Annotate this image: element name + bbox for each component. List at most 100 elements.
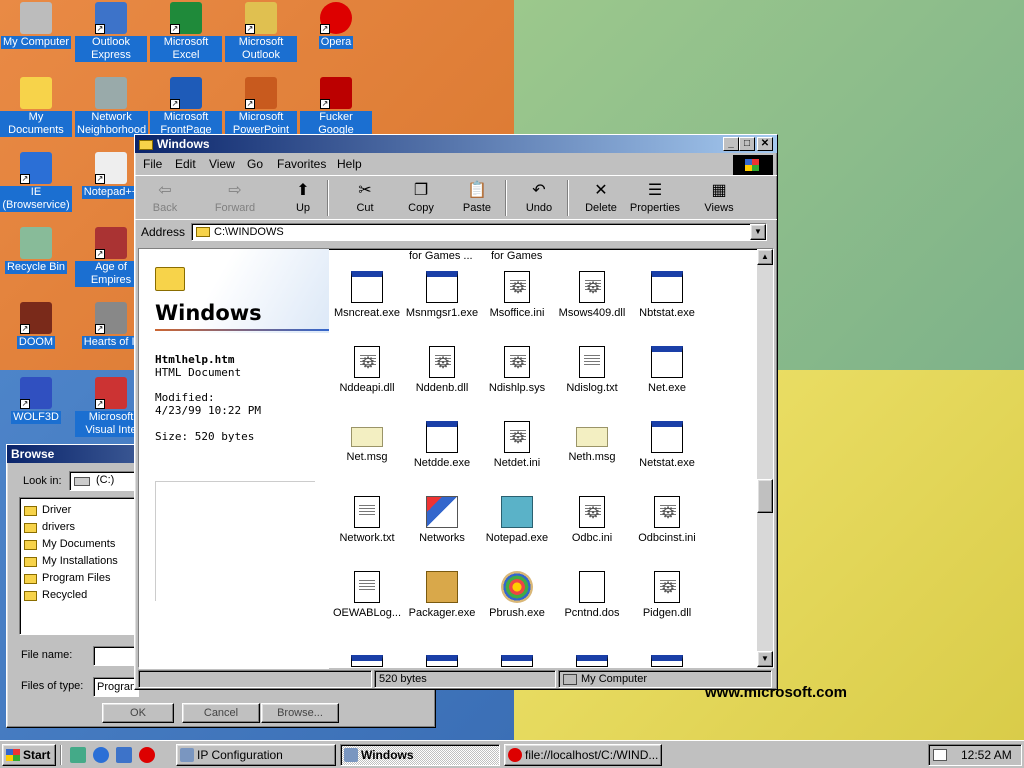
file-type-value: Program [97, 681, 139, 693]
file-item[interactable]: OEWABLog... [329, 571, 405, 619]
browse-folder-item[interactable]: Program Files [24, 572, 110, 584]
file-item[interactable]: Msoffice.ini [479, 271, 555, 319]
properties-button[interactable]: ☰ Properties [627, 180, 683, 214]
start-button[interactable]: Start [2, 744, 56, 766]
quick-launch-outlook-express-icon[interactable] [116, 747, 132, 763]
menu-file[interactable]: File [143, 157, 162, 171]
file-item[interactable]: Msncreat.exe [329, 271, 405, 319]
cancel-button[interactable]: Cancel [182, 703, 260, 723]
file-item[interactable]: Notepad.exe [479, 496, 555, 544]
desktop-icon-network[interactable]: Network Neighborhood [75, 77, 149, 137]
file-item[interactable]: Odbcinst.ini [629, 496, 705, 544]
file-item[interactable]: Odbc.ini [554, 496, 630, 544]
file-item[interactable]: Packager.exe [404, 571, 480, 619]
desktop-icon-outlook-express[interactable]: ↗ Outlook Express [75, 2, 147, 62]
forward-button[interactable]: ⇨ Forward [207, 180, 263, 214]
desktop-icon-recycle-bin[interactable]: Recycle Bin [0, 227, 72, 274]
copy-button[interactable]: ❐ Copy [393, 180, 449, 214]
maximize-button[interactable]: □ [739, 137, 755, 151]
desktop-icon-doom[interactable]: ↗ DOOM [0, 302, 72, 349]
file-name: Notepad.exe [485, 532, 549, 544]
desktop-icon-folder[interactable]: My Documents [0, 77, 72, 137]
file-item[interactable]: Net.exe [629, 346, 705, 394]
minimize-button[interactable]: _ [723, 137, 739, 151]
menu-edit[interactable]: Edit [175, 157, 196, 171]
file-item[interactable]: Nddeapi.dll [329, 346, 405, 394]
task-label: Windows [361, 748, 414, 762]
address-dropdown-button[interactable]: ▼ [750, 224, 766, 240]
desktop-icon-ie[interactable]: ↗ IE (Browservice) [0, 152, 72, 212]
file-item[interactable]: Netstat.exe [629, 421, 705, 469]
file-item[interactable]: Neth.msg [554, 421, 630, 463]
aoe-icon: ↗ [95, 227, 127, 259]
back-button[interactable]: ⇦ Back [137, 180, 193, 214]
desktop-icon-excel[interactable]: ↗ Microsoft Excel [150, 2, 222, 62]
taskbar-task[interactable]: Windows [340, 744, 500, 766]
file-type-select[interactable]: Program [93, 677, 139, 697]
browse-folder-list[interactable]: Driver drivers My Documents My Installation… [19, 497, 139, 635]
scroll-down-button[interactable]: ▼ [757, 651, 773, 667]
file-item[interactable]: Net.msg [329, 421, 405, 463]
menu-view[interactable]: View [209, 157, 235, 171]
file-name-input[interactable] [93, 646, 139, 666]
browse-button[interactable]: Browse... [261, 703, 339, 723]
desktop-icon-wolf3d[interactable]: ↗ WOLF3D [0, 377, 72, 424]
desktop-icon-outlook[interactable]: ↗ Microsoft Outlook [225, 2, 297, 62]
scroll-up-button[interactable]: ▲ [757, 249, 773, 265]
file-item[interactable]: Netdet.ini [479, 421, 555, 469]
cut-button[interactable]: ✂ Cut [337, 180, 393, 214]
paste-button[interactable]: 📋 Paste [449, 180, 505, 214]
file-item[interactable]: Ndishlp.sys [479, 346, 555, 394]
quick-launch-desktop-icon[interactable] [70, 747, 86, 763]
quick-launch-ie-icon[interactable] [93, 747, 109, 763]
clock[interactable]: 12:52 AM [961, 748, 1012, 762]
browse-folder-item[interactable]: My Installations [24, 555, 118, 567]
browse-folder-item[interactable]: drivers [24, 521, 75, 533]
file-name: Packager.exe [408, 607, 476, 619]
desktop-icon-label: WOLF3D [11, 411, 61, 424]
scroll-thumb[interactable] [757, 479, 773, 513]
menu-favorites[interactable]: Favorites [277, 157, 326, 171]
desktop-icon-frontpage[interactable]: ↗ Microsoft FrontPage [150, 77, 222, 137]
msg-file-icon [576, 427, 608, 447]
file-item[interactable]: Pbrush.exe [479, 571, 555, 619]
explorer-titlebar[interactable]: Windows _ □ ✕ [135, 135, 777, 153]
views-icon: ▦ [711, 182, 727, 199]
file-item[interactable]: Pcntnd.dos [554, 571, 630, 619]
scheduler-icon[interactable] [933, 749, 947, 761]
delete-button[interactable]: ✕ Delete [573, 180, 629, 214]
desktop-icon-powerpoint[interactable]: ↗ Microsoft PowerPoint [225, 77, 297, 137]
browse-folder-item[interactable]: My Documents [24, 538, 115, 550]
file-item[interactable]: Netdde.exe [404, 421, 480, 469]
up-button[interactable]: ⬆ Up [275, 180, 331, 214]
file-item[interactable]: Msnmgsr1.exe [404, 271, 480, 319]
quick-launch-opera-icon[interactable] [139, 747, 155, 763]
menu-go[interactable]: Go [247, 157, 263, 171]
txt-file-icon [579, 346, 605, 378]
undo-button[interactable]: ↶ Undo [511, 180, 567, 214]
file-item[interactable]: Networks [404, 496, 480, 544]
computer-icon [20, 2, 52, 34]
file-item[interactable]: Nddenb.dll [404, 346, 480, 394]
file-item[interactable]: Pidgen.dll [629, 571, 705, 619]
taskbar-task[interactable]: file://localhost/C:/WIND... [504, 744, 662, 766]
views-button[interactable]: ▦ Views [691, 180, 747, 214]
file-item[interactable]: Nbtstat.exe [629, 271, 705, 319]
file-item[interactable]: Network.txt [329, 496, 405, 544]
menu-help[interactable]: Help [337, 157, 362, 171]
desktop-icon-computer[interactable]: My Computer [0, 2, 72, 49]
network-icon [95, 77, 127, 109]
browse-folder-item[interactable]: Recycled [24, 589, 87, 601]
up-folder-icon: ⬆ [296, 182, 310, 199]
file-item[interactable]: Msows409.dll [554, 271, 630, 319]
vertical-scrollbar[interactable]: ▲ ▼ [757, 249, 773, 669]
close-button[interactable]: ✕ [757, 137, 773, 151]
desktop-icon-opera[interactable]: ↗ Opera [300, 2, 372, 49]
taskbar-task[interactable]: IP Configuration [176, 744, 336, 766]
folder-icon [196, 227, 210, 237]
desktop-icon-label: IE (Browservice) [0, 186, 72, 212]
browse-folder-item[interactable]: Driver [24, 504, 71, 516]
address-input[interactable]: C:\WINDOWS ▼ [191, 223, 767, 241]
ok-button[interactable]: OK [102, 703, 174, 723]
file-item[interactable]: Ndislog.txt [554, 346, 630, 394]
